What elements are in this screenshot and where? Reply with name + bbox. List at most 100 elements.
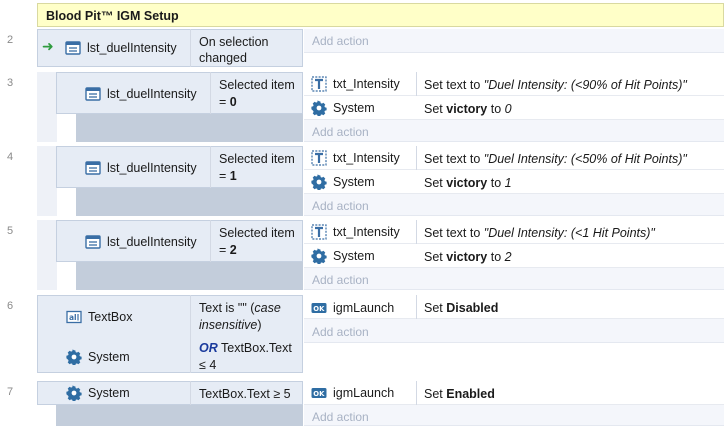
object-name: lst_duelIntensity xyxy=(107,87,197,101)
divider xyxy=(416,295,417,319)
event-6-action-text[interactable]: Set Disabled xyxy=(424,301,498,315)
action-text[interactable]: Set text to "Duel Intensity: (<50% of Hi… xyxy=(424,152,687,166)
action-prefix: Set text to xyxy=(424,78,484,92)
action-value: 1 xyxy=(504,176,512,190)
button-ok-icon xyxy=(311,385,327,401)
object-name: System xyxy=(333,175,375,189)
sub-event-condition-text[interactable]: Selected item = 0 xyxy=(219,77,303,111)
variable-name: victory xyxy=(446,102,488,116)
event-7-condition-text[interactable]: TextBox.Text ≥ 5 xyxy=(199,387,291,401)
add-action-link[interactable]: Add action xyxy=(312,125,369,139)
add-action-link[interactable]: Add action xyxy=(312,34,369,48)
trigger-arrow-icon: ➜ xyxy=(42,38,54,54)
object-name: igmLaunch xyxy=(333,301,395,315)
list-icon xyxy=(85,234,101,250)
button-ok-icon xyxy=(311,300,327,316)
action-prefix: Set xyxy=(424,301,447,315)
list-icon xyxy=(65,40,81,56)
action-value: "Duel Intensity: (<90% of Hit Points)" xyxy=(483,78,687,92)
sub-event-object: lst_duelIntensity xyxy=(85,86,197,102)
text-object-icon xyxy=(311,76,327,92)
gear-icon xyxy=(311,100,327,116)
list-icon xyxy=(85,160,101,176)
object-name: TextBox xyxy=(88,310,133,324)
event-7-action-object: igmLaunch xyxy=(311,385,394,401)
action-text[interactable]: Set victory to 1 xyxy=(424,176,512,190)
divider xyxy=(190,295,191,373)
add-action-link[interactable]: Add action xyxy=(312,199,369,213)
divider xyxy=(210,220,211,262)
divider xyxy=(210,146,211,188)
add-action-link[interactable]: Add action xyxy=(312,273,369,287)
sub-event-condition-text[interactable]: Selected item = 2 xyxy=(219,225,303,259)
add-action-link[interactable]: Add action xyxy=(312,410,369,424)
variable-name: victory xyxy=(446,250,488,264)
line-number: 5 xyxy=(6,225,14,237)
gear-icon xyxy=(311,174,327,190)
action-prefix: Set text to xyxy=(424,152,484,166)
action-text[interactable]: Set victory to 2 xyxy=(424,250,512,264)
condition-value: 0 xyxy=(229,95,237,109)
line-number: 2 xyxy=(6,34,14,46)
action-object: System xyxy=(311,100,375,116)
line-number: 4 xyxy=(6,151,14,163)
object-name: System xyxy=(333,101,375,115)
gear-icon xyxy=(66,385,82,401)
action-prefix: Set text to xyxy=(424,226,484,240)
object-name: lst_duelIntensity xyxy=(107,235,197,249)
add-action-link[interactable]: Add action xyxy=(312,325,369,339)
text-object-icon xyxy=(311,150,327,166)
event-6-cond1-object: TextBox xyxy=(66,309,132,325)
event-2-condition-text[interactable]: On selection changed xyxy=(199,34,299,66)
action-object: System xyxy=(311,248,375,264)
line-number: 7 xyxy=(6,386,14,398)
indent-gutter xyxy=(37,146,57,216)
event-7-spacer xyxy=(56,405,303,426)
action-text[interactable]: Set text to "Duel Intensity: (<90% of Hi… xyxy=(424,78,687,92)
list-icon xyxy=(85,86,101,102)
event-6-action-object: igmLaunch xyxy=(311,300,394,316)
event-2-object: lst_duelIntensity xyxy=(65,40,177,56)
action-object: txt_Intensity xyxy=(311,224,400,240)
action-object: txt_Intensity xyxy=(311,76,400,92)
textbox-icon xyxy=(66,309,82,325)
sub-event-object: lst_duelIntensity xyxy=(85,234,197,250)
object-name: txt_Intensity xyxy=(333,225,400,239)
action-value: "Duel Intensity: (<1 Hit Points)" xyxy=(483,226,655,240)
action-value: "Duel Intensity: (<50% of Hit Points)" xyxy=(483,152,687,166)
line-number: 3 xyxy=(6,77,14,89)
sub-event-spacer xyxy=(76,188,303,216)
event-7-action-text[interactable]: Set Enabled xyxy=(424,387,495,401)
action-value: 0 xyxy=(504,102,512,116)
divider xyxy=(416,381,417,405)
or-keyword: OR xyxy=(199,341,218,355)
divider xyxy=(190,381,191,405)
sub-event-spacer xyxy=(76,114,303,142)
action-text[interactable]: Set text to "Duel Intensity: (<1 Hit Poi… xyxy=(424,226,655,240)
action-mid: to xyxy=(487,102,505,116)
object-name: igmLaunch xyxy=(333,386,395,400)
condition-text: Text is "" ( xyxy=(199,301,255,315)
variable-name: victory xyxy=(446,176,488,190)
line-number: 6 xyxy=(6,300,14,312)
condition-text-end: ) xyxy=(257,318,262,332)
sub-event-object: lst_duelIntensity xyxy=(85,160,197,176)
action-prefix: Set xyxy=(424,387,447,401)
object-name: System xyxy=(333,249,375,263)
indent-gutter xyxy=(37,72,57,142)
group-title: Blood Pit™ IGM Setup xyxy=(46,9,179,23)
object-name: txt_Intensity xyxy=(333,77,400,91)
group-header[interactable]: Blood Pit™ IGM Setup xyxy=(37,3,724,27)
divider xyxy=(190,29,191,67)
indent-gutter xyxy=(37,220,57,290)
sub-event-condition-text[interactable]: Selected item = 1 xyxy=(219,151,303,185)
event-6-cond2-object: System xyxy=(66,349,130,365)
event-6-condition-1[interactable]: Text is "" (case insensitive) xyxy=(199,300,299,334)
action-object: System xyxy=(311,174,375,190)
condition-value: 1 xyxy=(229,169,237,183)
gear-icon xyxy=(66,349,82,365)
action-text[interactable]: Set victory to 0 xyxy=(424,102,512,116)
event-6-condition-2[interactable]: OR TextBox.Text ≤ 4 xyxy=(199,340,299,374)
condition-value: 2 xyxy=(229,243,237,257)
action-value: 2 xyxy=(504,250,512,264)
